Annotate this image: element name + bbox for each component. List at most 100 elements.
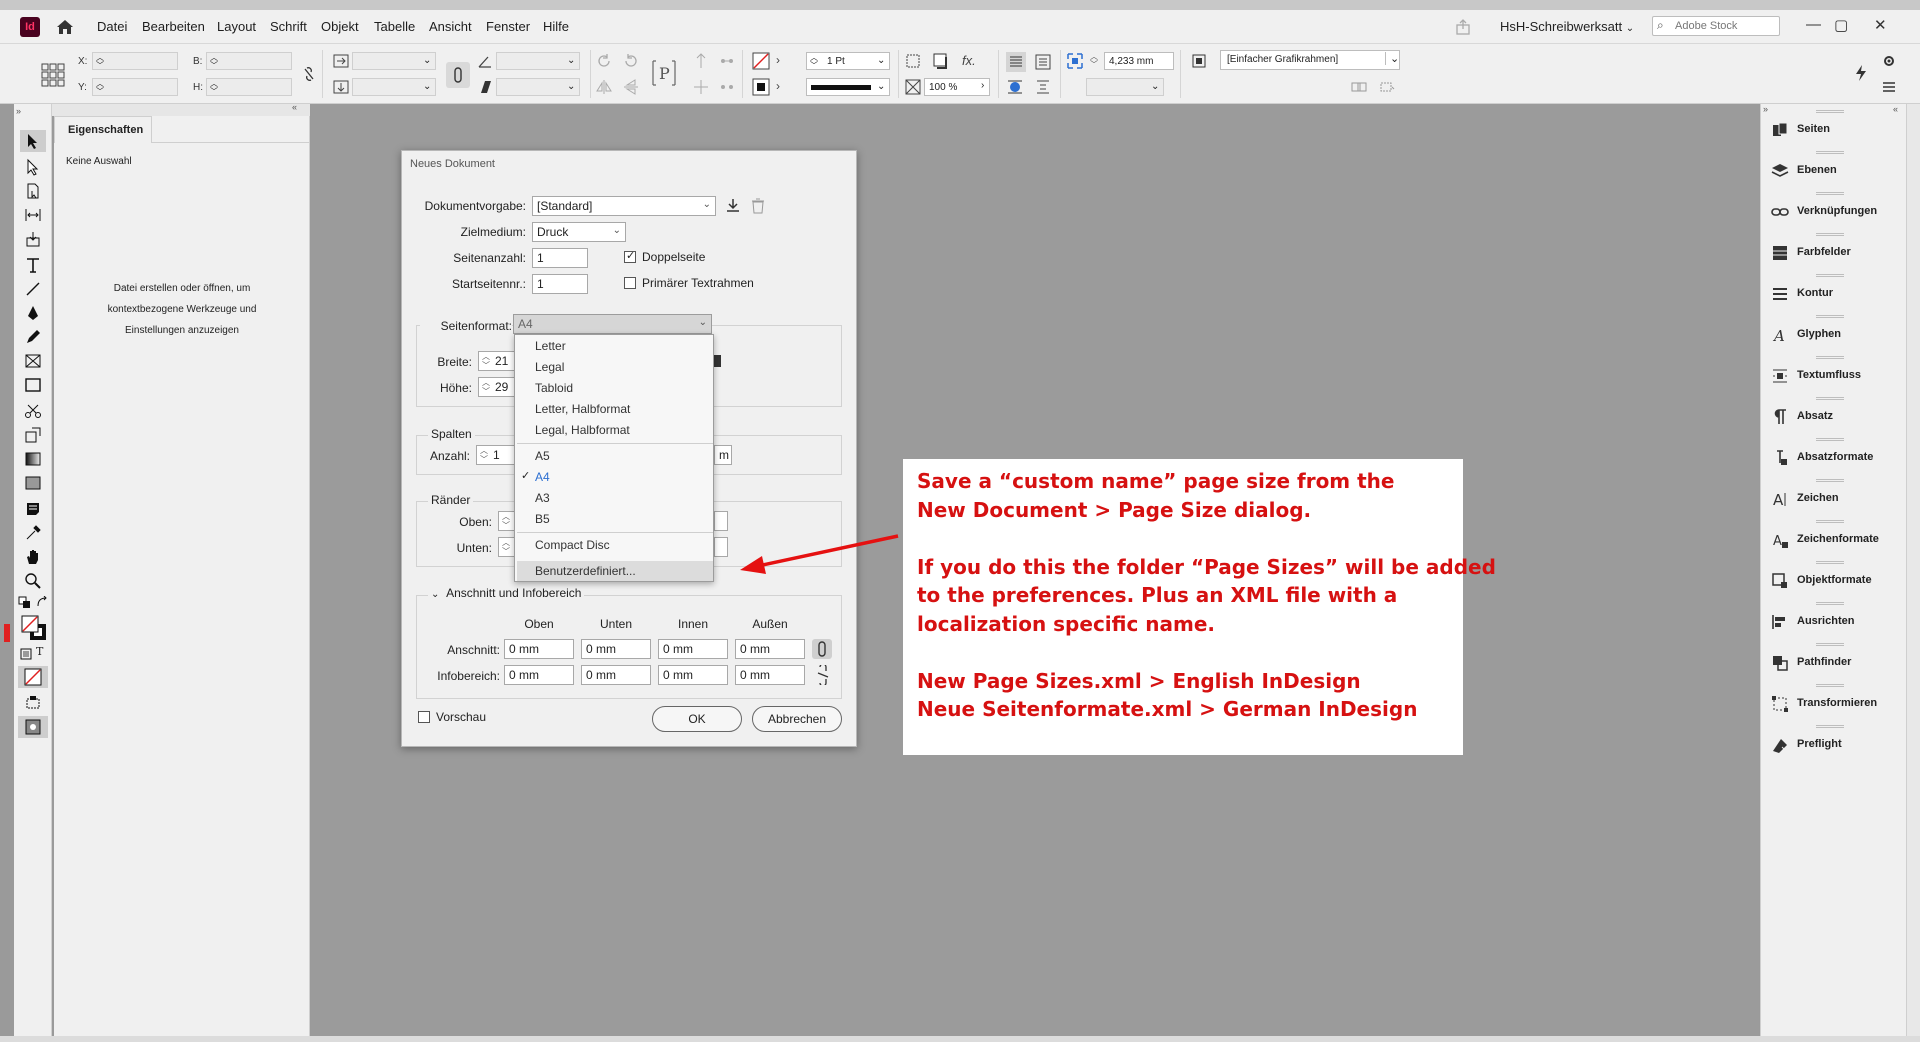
- rotation-field[interactable]: ⌄: [496, 52, 580, 70]
- panel-item-ebenen[interactable]: Ebenen: [1771, 159, 1901, 183]
- scale-x-field[interactable]: ⌄: [352, 52, 436, 70]
- ok-button[interactable]: OK: [652, 706, 742, 732]
- object-style-icon[interactable]: [1190, 52, 1208, 70]
- zoom-tool-icon[interactable]: [24, 572, 42, 590]
- selection-tool-icon[interactable]: [24, 132, 42, 150]
- panel-item-absatzformate[interactable]: Absatzformate: [1771, 446, 1901, 470]
- pencil-tool-icon[interactable]: [24, 328, 42, 346]
- align-top-button[interactable]: [1006, 52, 1026, 72]
- rotate-angle-icon[interactable]: [476, 52, 494, 70]
- shear-angle-icon[interactable]: [476, 78, 494, 96]
- trash-icon[interactable]: [750, 197, 766, 215]
- bleed-inside-field[interactable]: 0 mm: [658, 639, 728, 659]
- line-tool-icon[interactable]: [24, 280, 42, 298]
- menu-fenster[interactable]: Fenster: [486, 19, 530, 34]
- x-position-field[interactable]: ︿ ﹀: [92, 52, 178, 70]
- panel-item-preflight[interactable]: Preflight: [1771, 733, 1901, 757]
- panel-item-absatz[interactable]: Absatz: [1771, 405, 1901, 429]
- corner-options-icon[interactable]: [904, 52, 922, 70]
- select-previous-icon[interactable]: [718, 78, 736, 96]
- minimize-button[interactable]: —: [1806, 16, 1821, 33]
- reference-point-icon[interactable]: [40, 62, 66, 88]
- collapse-chevron-icon[interactable]: «: [1893, 104, 1898, 114]
- page-size-option[interactable]: Legal: [535, 360, 564, 374]
- menu-objekt[interactable]: Objekt: [321, 19, 359, 34]
- slug-outside-field[interactable]: 0 mm: [735, 665, 805, 685]
- swap-colors-icon[interactable]: [36, 596, 48, 608]
- rotate-cw-icon[interactable]: [595, 52, 613, 70]
- rotate-ccw-icon[interactable]: [622, 52, 640, 70]
- bleed-outside-field[interactable]: 0 mm: [735, 639, 805, 659]
- tab-eigenschaften[interactable]: Eigenschaften: [54, 116, 152, 143]
- gutter-field[interactable]: m: [714, 445, 732, 465]
- offset-field[interactable]: 4,233 mm: [1104, 52, 1174, 70]
- height-field[interactable]: ︿ ﹀: [206, 78, 292, 96]
- formatting-text-icon[interactable]: T: [36, 645, 43, 658]
- note-tool-icon[interactable]: [24, 500, 42, 518]
- maximize-button[interactable]: ▢: [1834, 16, 1848, 34]
- hand-tool-icon[interactable]: [24, 548, 42, 566]
- text-frame-options-icon[interactable]: [1034, 78, 1052, 96]
- scrollbar-strip[interactable]: [1906, 104, 1920, 1040]
- clear-attributes-icon[interactable]: [1378, 78, 1396, 96]
- panel-grip[interactable]: [1816, 602, 1844, 605]
- menu-datei[interactable]: Datei: [97, 19, 127, 34]
- panel-item-objektformate[interactable]: Objektformate: [1771, 569, 1901, 593]
- screen-mode-icon[interactable]: [24, 694, 42, 712]
- scissors-tool-icon[interactable]: [24, 402, 42, 420]
- direct-selection-tool-icon[interactable]: [24, 158, 42, 176]
- close-window-button[interactable]: ✕: [1874, 16, 1887, 34]
- preview-mode-button[interactable]: [18, 716, 48, 738]
- panel-grip[interactable]: [1816, 356, 1844, 359]
- apply-none-button[interactable]: [18, 666, 48, 688]
- margin-inside-field[interactable]: [714, 511, 728, 531]
- home-icon[interactable]: [54, 16, 76, 38]
- page-size-option[interactable]: Legal, Halbformat: [535, 423, 630, 437]
- panel-grip[interactable]: [1816, 110, 1844, 113]
- panel-grip[interactable]: [1816, 151, 1844, 154]
- frame-fitting-select[interactable]: ⌄: [1086, 78, 1164, 96]
- select-container-icon[interactable]: [692, 52, 710, 70]
- menu-bearbeiten[interactable]: Bearbeiten: [142, 19, 205, 34]
- panel-item-textumfluss[interactable]: Textumfluss: [1771, 364, 1901, 388]
- drop-shadow-icon[interactable]: [932, 52, 950, 70]
- collapse-chevron-icon[interactable]: «: [292, 102, 297, 112]
- panel-grip[interactable]: [1816, 438, 1844, 441]
- select-next-icon[interactable]: [718, 52, 736, 70]
- page-size-option[interactable]: A5: [535, 449, 550, 463]
- panel-grip[interactable]: [1816, 479, 1844, 482]
- panel-item-zeichenformate[interactable]: A Zeichenformate: [1771, 528, 1901, 552]
- menu-icon[interactable]: [1880, 78, 1898, 96]
- unlink-icon[interactable]: [816, 665, 830, 685]
- page-size-select[interactable]: A4 ⌄: [513, 314, 712, 334]
- menu-tabelle[interactable]: Tabelle: [374, 19, 415, 34]
- preset-select[interactable]: [Standard] ⌄: [532, 196, 716, 216]
- eyedropper-tool-icon[interactable]: [24, 524, 42, 542]
- menu-ansicht[interactable]: Ansicht: [429, 19, 472, 34]
- bleed-bottom-field[interactable]: 0 mm: [581, 639, 651, 659]
- panel-grip[interactable]: [1816, 520, 1844, 523]
- height-field[interactable]: ︿ ﹀ 29: [478, 377, 518, 397]
- menu-schrift[interactable]: Schrift: [270, 19, 307, 34]
- free-transform-tool-icon[interactable]: [24, 426, 42, 444]
- panel-grip[interactable]: [1816, 725, 1844, 728]
- panel-item-zeichen[interactable]: A Zeichen: [1771, 487, 1901, 511]
- workspace-switcher[interactable]: HsH-Schreibwerksatt ⌄: [1500, 19, 1634, 34]
- panel-item-transformieren[interactable]: Transformieren: [1771, 692, 1901, 716]
- page-size-option-selected[interactable]: A4: [535, 470, 550, 484]
- intent-select[interactable]: Druck ⌄: [532, 222, 626, 242]
- panel-grip[interactable]: [1816, 233, 1844, 236]
- gear-icon[interactable]: [1880, 52, 1898, 70]
- panel-grip[interactable]: [1816, 315, 1844, 318]
- text-wrap-icon[interactable]: [1006, 78, 1024, 96]
- formatting-container-icon[interactable]: [20, 648, 32, 660]
- stroke-swatch-icon[interactable]: [752, 78, 770, 96]
- primary-text-frame-checkbox[interactable]: [624, 277, 636, 289]
- paragraph-selection-icon[interactable]: P: [650, 58, 678, 88]
- flip-horizontal-icon[interactable]: [595, 78, 613, 96]
- panel-item-farbfelder[interactable]: Farbfelder: [1771, 241, 1901, 265]
- panel-item-seiten[interactable]: Seiten: [1771, 118, 1901, 142]
- save-preset-icon[interactable]: [724, 197, 742, 215]
- default-colors-icon[interactable]: [18, 596, 32, 610]
- preview-checkbox[interactable]: [418, 711, 430, 723]
